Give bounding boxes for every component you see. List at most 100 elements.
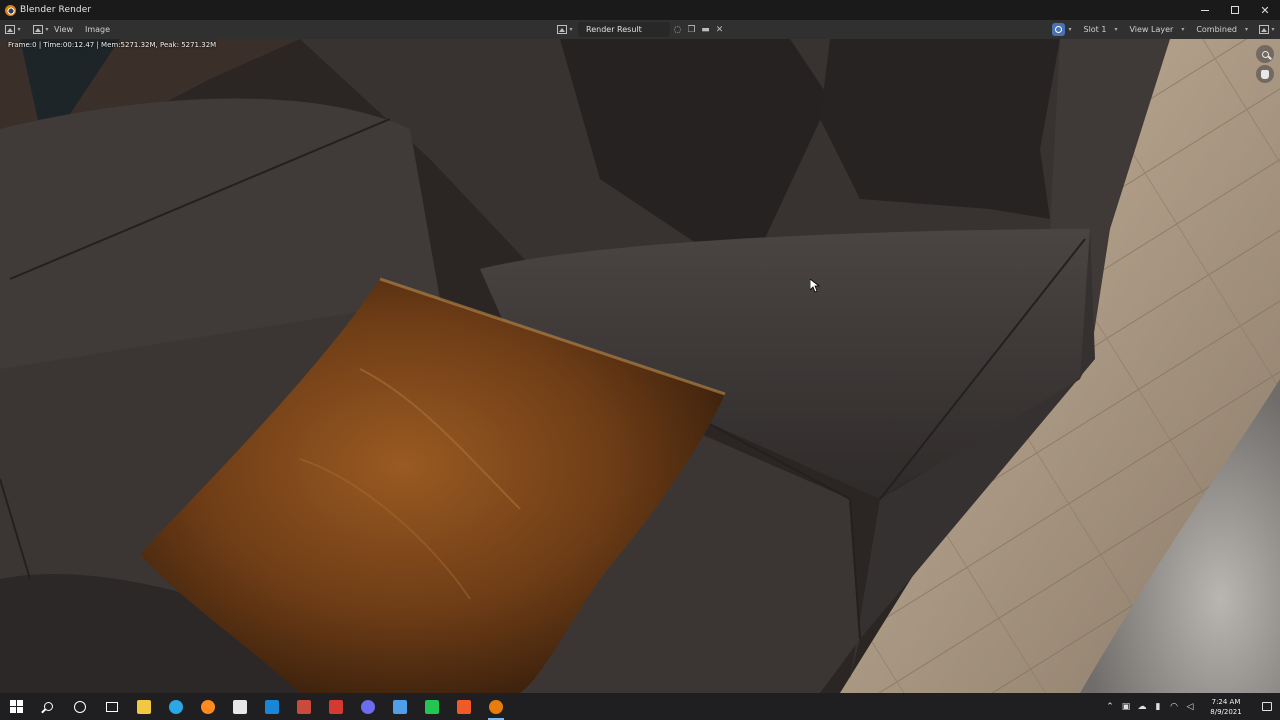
store-icon [233,699,247,714]
render-result-viewport[interactable]: Frame:0 | Time:00:12.47 | Mem:5271.32M, … [0,39,1280,693]
chevron-up-icon: ⌃ [1106,701,1114,712]
blender-logo-icon [5,4,16,16]
speaker-icon: ◁ [1186,701,1194,712]
taskbar-app-chrome-like[interactable] [352,693,384,720]
taskbar-app-firefox[interactable] [192,693,224,720]
slot-value: Slot 1 [1083,25,1107,34]
render-display-options: ▾ Slot 1 ▾ View Layer ▾ Combined ▾ ▾ [1052,20,1280,39]
task-view-button[interactable] [96,693,128,720]
notification-icon [1262,702,1272,711]
fake-user-button[interactable]: ◌ [671,23,684,36]
taskbar-app-file-explorer[interactable] [128,693,160,720]
image-browser: ▾ Render Result ◌ ❐ ▬ ✕ [556,20,726,39]
chevron-down-icon: ▾ [1181,26,1185,33]
wifi-icon: ◠ [1170,701,1178,712]
tray-app-button[interactable]: ▣ [1118,693,1134,720]
menu-view[interactable]: View [54,25,73,34]
browse-image-button[interactable]: ▾ [556,23,574,37]
red-app-icon [297,699,311,714]
pan-gizmo[interactable] [1256,65,1274,83]
close-button[interactable]: ✕ [1250,0,1280,20]
window-title-bar: Blender Render ✕ [0,0,1280,20]
edge-icon [169,699,183,714]
taskbar-app-orange-app[interactable] [448,693,480,720]
taskbar-app-edge[interactable] [160,693,192,720]
window-title: Blender Render [20,5,92,15]
menu-image[interactable]: Image [85,25,110,34]
zoom-gizmo[interactable] [1256,45,1274,63]
clock-time: 7:24 AM [1211,697,1241,706]
view-layer-value: View Layer [1129,25,1174,34]
taskbar-app-red-app[interactable] [288,693,320,720]
blender-icon [489,699,503,714]
taskbar-app-store[interactable] [224,693,256,720]
view-layer-dropdown[interactable]: View Layer ▾ [1123,22,1190,37]
close-icon: ✕ [1260,3,1270,17]
system-tray: ⌃ ▣ ☁ ▮ ◠ ◁ 7:24 AM 8/9/2021 [1102,693,1280,720]
start-button[interactable] [0,693,32,720]
slot-dropdown[interactable]: Slot 1 ▾ [1077,22,1123,37]
microphone-button[interactable]: ▮ [1150,693,1166,720]
taskbar-app-blender[interactable] [480,693,512,720]
onedrive-button[interactable]: ☁ [1134,693,1150,720]
show-gizmo-button[interactable] [1052,23,1066,36]
red-app-2-icon [329,699,343,714]
cloud-icon: ☁ [1137,701,1147,712]
network-button[interactable]: ◠ [1166,693,1182,720]
blue-doc-icon [393,699,407,714]
tray-app-icon: ▣ [1121,701,1131,712]
chevron-down-icon: ▾ [1114,26,1118,33]
firefox-icon [201,699,215,714]
maximize-button[interactable] [1220,0,1250,20]
chevron-down-icon: ▾ [1244,26,1248,33]
search-button[interactable] [32,693,64,720]
show-hidden-icons-button[interactable]: ⌃ [1102,693,1118,720]
new-image-button[interactable]: ❐ [685,23,698,36]
windows-taskbar: ⌃ ▣ ☁ ▮ ◠ ◁ 7:24 AM 8/9/2021 [0,693,1280,720]
maximize-icon [1231,6,1239,14]
minimize-button[interactable] [1190,0,1220,20]
view-mode-icon [33,25,44,34]
volume-button[interactable]: ◁ [1182,693,1198,720]
chevron-down-icon: ▾ [45,26,49,33]
image-browse-icon [557,25,568,34]
clock-date: 8/9/2021 [1210,707,1242,716]
render-stats: Frame:0 | Time:00:12.47 | Mem:5271.32M, … [8,41,217,49]
pass-dropdown[interactable]: Combined ▾ [1190,22,1254,37]
taskbar-app-red-app-2[interactable] [320,693,352,720]
window-controls: ✕ [1190,0,1280,20]
taskbar-apps [128,693,512,720]
taskbar-app-mail[interactable] [256,693,288,720]
taskbar-app-blue-doc[interactable] [384,693,416,720]
unlink-image-button[interactable]: ✕ [713,23,726,36]
zoom-icon [1261,50,1269,58]
chevron-down-icon: ▾ [17,26,21,33]
image-name-field[interactable]: Render Result [578,22,670,37]
windows-logo-icon [9,700,23,713]
chrome-like-icon [361,699,375,714]
open-image-button[interactable]: ▬ [699,23,712,36]
mail-icon [265,699,279,714]
search-icon [43,702,53,711]
chevron-down-icon: ▾ [569,26,573,33]
taskbar-app-green-app[interactable] [416,693,448,720]
folder-icon: ▬ [701,24,710,35]
mode-button[interactable]: ▾ [32,23,50,37]
render-image [0,39,1280,693]
image-editor-icon [5,25,16,34]
green-app-icon [425,699,439,714]
close-icon: ✕ [715,24,724,35]
cortana-button[interactable] [64,693,96,720]
chevron-down-icon[interactable]: ▾ [1068,26,1071,33]
cortana-icon [74,700,86,713]
minimize-icon [1201,9,1209,11]
action-center-button[interactable] [1254,702,1280,711]
microphone-icon: ▮ [1155,701,1161,712]
display-channels-button[interactable]: ▾ [1258,23,1276,37]
editor-type-button[interactable]: ▾ [4,23,22,37]
gizmo-icon [1055,26,1063,33]
file-explorer-icon [137,699,151,714]
mouse-cursor-icon [810,279,820,293]
display-channels-icon [1259,25,1270,34]
clock[interactable]: 7:24 AM 8/9/2021 [1198,697,1254,717]
